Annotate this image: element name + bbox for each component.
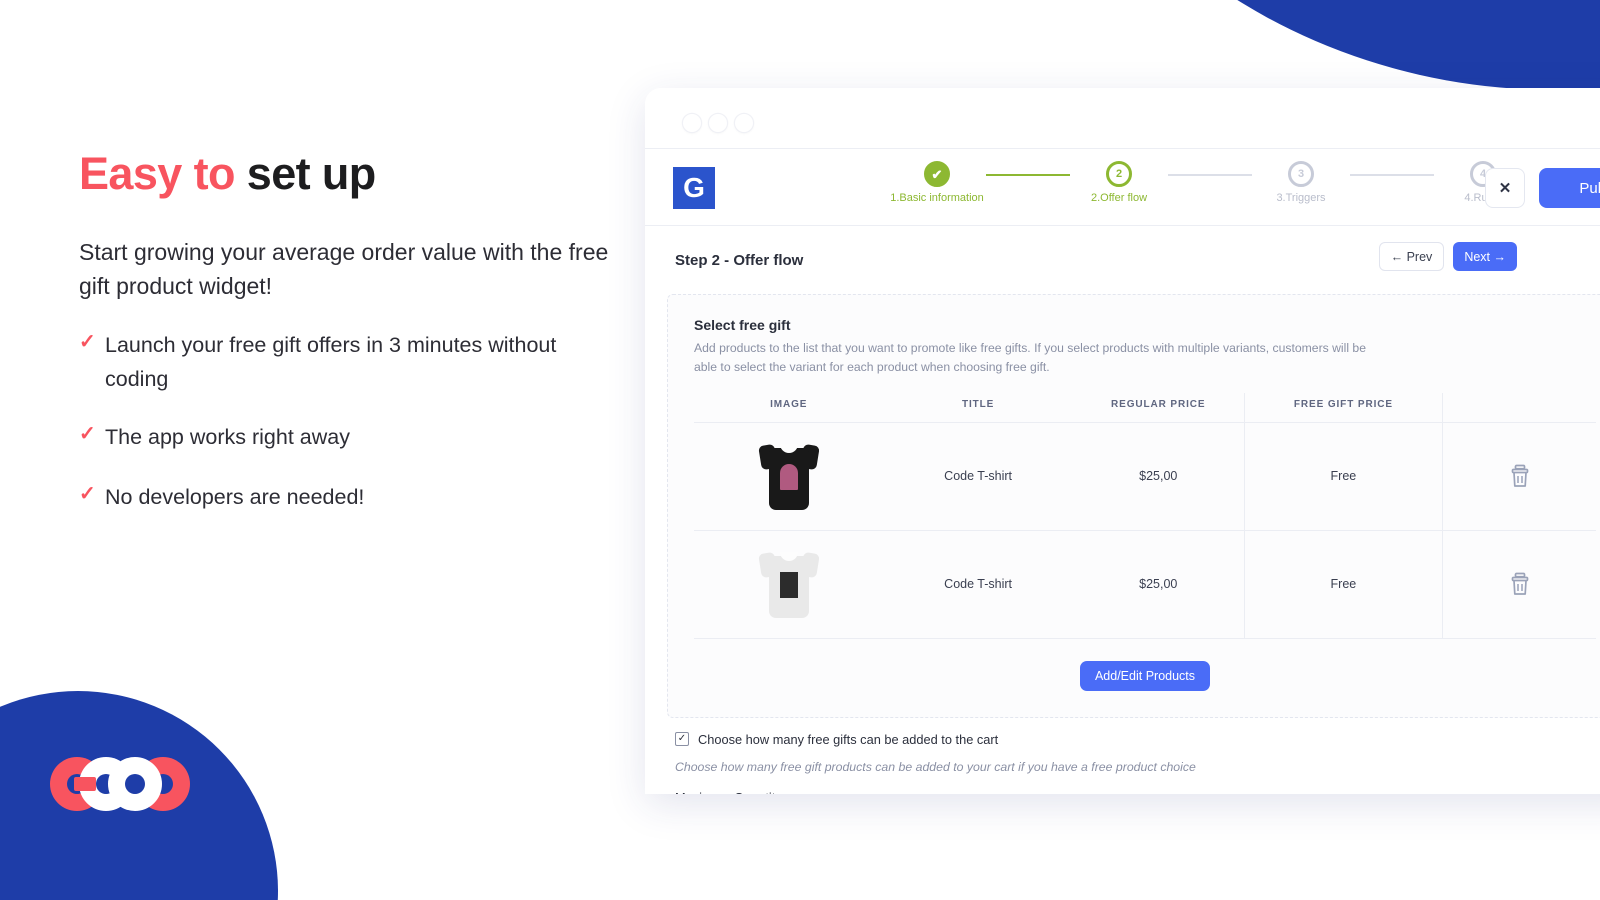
wizard-stepper: ✔ 1.Basic information 2 2.Offer flow 3 3… bbox=[888, 161, 1532, 204]
window-maximize-dot-icon[interactable] bbox=[735, 114, 753, 132]
list-item-label: The app works right away bbox=[105, 424, 350, 449]
step-connector-3 bbox=[1350, 174, 1434, 176]
step-circle-1: ✔ bbox=[924, 161, 950, 187]
checkbox-label: Choose how many free gifts can be added … bbox=[698, 731, 999, 747]
card-title: Select free gift bbox=[694, 317, 791, 333]
table-row: Code T-shirt $25,00 Free bbox=[694, 530, 1596, 639]
cell-image bbox=[694, 422, 884, 531]
column-header-image: IMAGE bbox=[694, 392, 884, 423]
prev-button-label: ← Prev bbox=[1390, 249, 1433, 264]
list-item-label: No developers are needed! bbox=[105, 485, 365, 510]
cell-title: Code T-shirt bbox=[883, 530, 1073, 639]
maximum-quantity-label: Maximum Quantity: bbox=[675, 790, 1600, 794]
list-item: ✓ Launch your free gift offers in 3 minu… bbox=[79, 328, 609, 397]
subheadline: Start growing your average order value w… bbox=[79, 239, 609, 299]
list-item: ✓ No developers are needed! bbox=[79, 480, 609, 514]
checkbox-hint: Choose how many free gift products can b… bbox=[675, 759, 1196, 774]
step-triggers[interactable]: 3 3.Triggers bbox=[1252, 161, 1350, 204]
step-offer-flow[interactable]: 2 2.Offer flow bbox=[1070, 161, 1168, 204]
step-label-1: 1.Basic information bbox=[890, 192, 984, 204]
gooo-logo bbox=[50, 757, 210, 811]
browser-window-mockup: G ✔ 1.Basic information 2 2.Offer flow 3… bbox=[645, 88, 1600, 794]
headline-accent: Easy to bbox=[79, 148, 247, 199]
check-icon: ✓ bbox=[79, 483, 96, 506]
add-products-row: Add/Edit Products bbox=[694, 639, 1596, 717]
prev-button[interactable]: ← Prev bbox=[1378, 242, 1445, 271]
add-edit-products-label: Add/Edit Products bbox=[1094, 668, 1196, 683]
publish-button[interactable]: Publish bbox=[1539, 168, 1600, 208]
app-logo[interactable]: G bbox=[673, 167, 715, 209]
add-edit-products-button[interactable]: Add/Edit Products bbox=[1079, 660, 1211, 691]
table-row: Code T-shirt $25,00 Free bbox=[694, 422, 1596, 531]
white-tshirt-thumbnail bbox=[757, 548, 820, 620]
trash-icon[interactable] bbox=[1509, 572, 1531, 596]
black-tshirt-thumbnail bbox=[757, 440, 820, 512]
step-connector-1 bbox=[986, 174, 1070, 176]
step-connector-2 bbox=[1168, 174, 1252, 176]
step-label-2: 2.Offer flow bbox=[1090, 192, 1148, 204]
column-header-actions bbox=[1442, 392, 1596, 423]
card-description: Add products to the list that you want t… bbox=[694, 341, 1366, 374]
cell-regular-price: $25,00 bbox=[1072, 530, 1245, 639]
check-icon: ✓ bbox=[79, 331, 96, 353]
close-icon: ✕ bbox=[1498, 180, 1512, 197]
trash-icon[interactable] bbox=[1509, 464, 1531, 488]
cell-image bbox=[694, 530, 884, 639]
logo-g-crossbar bbox=[74, 777, 96, 791]
quantity-options-section: ✓ Choose how many free gifts can be adde… bbox=[645, 718, 1600, 794]
checkbox-icon[interactable]: ✓ bbox=[675, 732, 689, 747]
browser-titlebar bbox=[645, 88, 1600, 148]
decorative-blue-top-shape bbox=[995, 0, 1600, 90]
step-toolbar: Step 2 - Offer flow ← Prev Next → bbox=[645, 226, 1600, 294]
wizard-nav-buttons: ← Prev Next → bbox=[1378, 242, 1517, 271]
column-header-title: TITLE bbox=[883, 392, 1073, 423]
list-item: ✓ The app works right away bbox=[79, 420, 609, 454]
column-header-regular-price: REGULAR PRICE bbox=[1072, 392, 1245, 423]
table-header-row: IMAGE TITLE REGULAR PRICE FREE GIFT PRIC… bbox=[694, 392, 1596, 423]
logo-ring-o2 bbox=[108, 757, 162, 811]
cell-gift-price: Free bbox=[1243, 422, 1443, 531]
page-root: Easy to set up Start growing your averag… bbox=[0, 0, 1600, 900]
step-circle-2: 2 bbox=[1106, 161, 1132, 187]
next-button[interactable]: Next → bbox=[1453, 242, 1517, 271]
free-gift-quantity-toggle[interactable]: ✓ Choose how many free gifts can be adde… bbox=[675, 732, 1600, 747]
step-basic-information[interactable]: ✔ 1.Basic information bbox=[888, 161, 986, 204]
step-label-3: 3.Triggers bbox=[1276, 192, 1326, 204]
cell-regular-price: $25,00 bbox=[1072, 422, 1245, 531]
app-header: G ✔ 1.Basic information 2 2.Offer flow 3… bbox=[645, 148, 1600, 226]
window-close-dot-icon[interactable] bbox=[683, 114, 701, 132]
close-button[interactable]: ✕ bbox=[1485, 168, 1525, 208]
free-gift-products-table: IMAGE TITLE REGULAR PRICE FREE GIFT PRIC… bbox=[694, 392, 1596, 639]
next-button-label: Next → bbox=[1464, 249, 1506, 264]
window-minimize-dot-icon[interactable] bbox=[709, 114, 727, 132]
select-free-gift-card: Select free gift Add products to the lis… bbox=[667, 294, 1600, 718]
page-title: Easy to set up bbox=[79, 148, 376, 200]
list-item-label: Launch your free gift offers in 3 minute… bbox=[105, 333, 557, 392]
cell-gift-price: Free bbox=[1243, 530, 1443, 639]
step-circle-3: 3 bbox=[1288, 161, 1314, 187]
step-heading: Step 2 - Offer flow bbox=[675, 251, 804, 269]
headline-rest: set up bbox=[246, 148, 377, 199]
check-icon: ✓ bbox=[79, 422, 96, 445]
cell-actions bbox=[1442, 422, 1596, 531]
publish-button-label: Publish bbox=[1579, 179, 1600, 197]
cell-actions bbox=[1442, 530, 1596, 639]
cell-title: Code T-shirt bbox=[883, 422, 1073, 531]
column-header-free-gift-price: FREE GIFT PRICE bbox=[1243, 392, 1443, 423]
benefit-list: ✓ Launch your free gift offers in 3 minu… bbox=[79, 328, 609, 538]
app-logo-letter: G bbox=[683, 172, 705, 203]
